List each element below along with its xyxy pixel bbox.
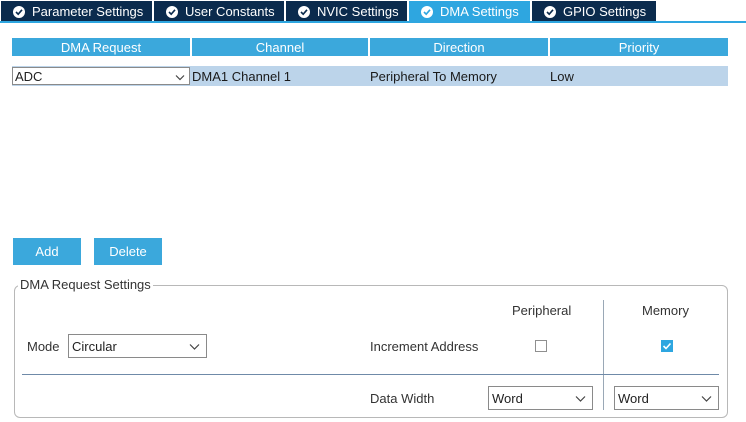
mode-label: Mode: [27, 339, 60, 354]
peripheral-header: Peripheral: [512, 303, 572, 318]
increment-address-label: Increment Address: [370, 339, 479, 354]
column-divider: [603, 300, 604, 410]
check-circle-icon: [421, 5, 433, 18]
direction-cell: Peripheral To Memory: [370, 68, 497, 84]
mode-select[interactable]: Circular: [68, 334, 207, 358]
dma-settings-panel: Parameter Settings User Constants NVIC S…: [0, 0, 746, 422]
chevron-down-icon: [575, 391, 586, 406]
checkmark-icon: [662, 342, 672, 350]
mode-value: Circular: [72, 338, 117, 354]
tab-label: GPIO Settings: [563, 4, 647, 19]
tab-bar: Parameter Settings User Constants NVIC S…: [0, 0, 746, 23]
peripheral-data-width-select[interactable]: Word: [488, 386, 593, 410]
peripheral-increment-checkbox[interactable]: [535, 340, 547, 352]
tab-label: Parameter Settings: [32, 4, 144, 19]
tab-label: DMA Settings: [440, 4, 519, 19]
memory-increment-checkbox[interactable]: [661, 340, 673, 352]
data-width-label: Data Width: [370, 391, 435, 406]
column-header-direction[interactable]: Direction: [370, 38, 548, 56]
priority-cell[interactable]: Low: [550, 66, 574, 86]
column-header-channel[interactable]: Channel: [192, 38, 368, 56]
column-header-dma-request[interactable]: DMA Request: [12, 38, 190, 56]
delete-button[interactable]: Delete: [94, 238, 162, 265]
peripheral-width-value: Word: [492, 390, 523, 406]
tab-parameter-settings[interactable]: Parameter Settings: [1, 1, 152, 22]
chevron-down-icon: [175, 69, 185, 84]
dma-request-select[interactable]: ADC: [12, 67, 190, 85]
tab-nvic-settings[interactable]: NVIC Settings: [286, 1, 407, 22]
check-circle-icon: [13, 5, 25, 18]
memory-header: Memory: [642, 303, 689, 318]
memory-width-value: Word: [618, 390, 649, 406]
tab-underline: [0, 21, 746, 23]
check-circle-icon: [298, 5, 310, 18]
tab-user-constants[interactable]: User Constants: [154, 1, 284, 22]
check-circle-icon: [166, 5, 178, 18]
column-header-priority[interactable]: Priority: [550, 38, 728, 56]
tab-label: User Constants: [185, 4, 275, 19]
settings-divider: [22, 374, 719, 375]
group-title: DMA Request Settings: [18, 277, 153, 292]
memory-data-width-select[interactable]: Word: [614, 386, 719, 410]
add-button[interactable]: Add: [13, 238, 81, 265]
channel-cell: DMA1 Channel 1: [192, 68, 291, 84]
dma-request-value: ADC: [15, 68, 43, 84]
chevron-down-icon: [189, 339, 200, 354]
tab-gpio-settings[interactable]: GPIO Settings: [532, 1, 656, 22]
tab-dma-settings[interactable]: DMA Settings: [409, 1, 530, 22]
check-circle-icon: [544, 5, 556, 18]
tab-label: NVIC Settings: [317, 4, 399, 19]
chevron-down-icon: [701, 391, 712, 406]
